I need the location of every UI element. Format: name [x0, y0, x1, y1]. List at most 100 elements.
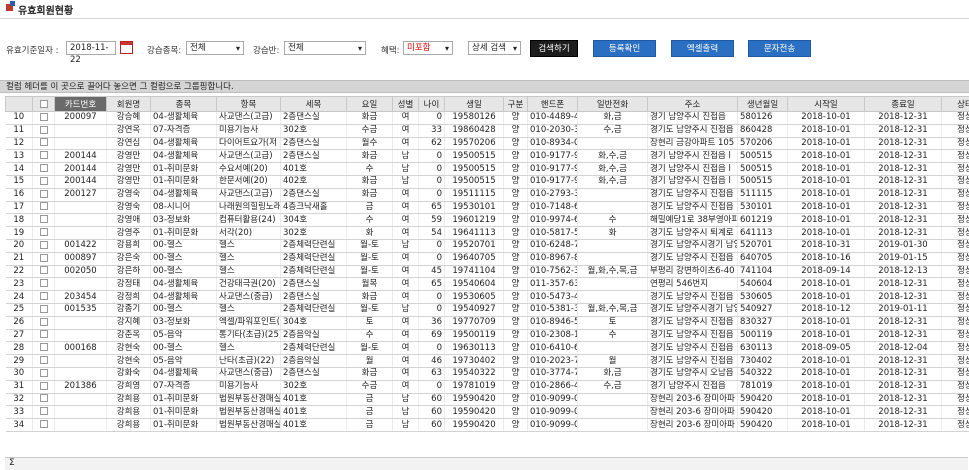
- table-row[interactable]: 27 강춘옥 05-음악 통기타(초급)(25) 2층음악실 수 여 69 19500119 양 0…: [5, 329, 969, 343]
- row-checkbox[interactable]: [39, 292, 48, 301]
- select-all-checkbox[interactable]: [39, 99, 48, 108]
- row-checkbox[interactable]: [39, 164, 48, 173]
- table-row[interactable]: 15 200144 강영만 01-취미문화 한문서예(20) 402호 화금 남 0 195005…: [5, 175, 969, 189]
- cell-row-checkbox[interactable]: [32, 252, 55, 266]
- col-header-type[interactable]: 구분: [503, 96, 528, 112]
- cell-row-checkbox[interactable]: [32, 111, 55, 125]
- table-row[interactable]: 19 강영주 01-취미문화 서각(20) 302호 화 여 54 19641113 양 010-5…: [5, 226, 969, 240]
- row-checkbox[interactable]: [39, 189, 48, 198]
- col-header-card-number[interactable]: 카드번호: [54, 96, 107, 112]
- discount-select[interactable]: 미포함 ▾: [403, 41, 453, 55]
- col-header-birthdate[interactable]: 생년월일: [737, 96, 788, 112]
- row-checkbox[interactable]: [39, 202, 48, 211]
- table-row[interactable]: 17 강영숙 08-시니어 나래원의힐링노래 4층크낙새홀 금 여 65 19530101 양 01…: [5, 201, 969, 215]
- table-row[interactable]: 28 000168 강현숙 00-헬스 헬스 2층체력단련실 월-토 여 0 19630113 양 0…: [5, 341, 969, 356]
- table-row[interactable]: 13 200144 강영만 04-생활체육 사교댄스(고급) 2층댄스실 화금 남 0 19500…: [5, 149, 969, 164]
- table-row[interactable]: 21 000897 강은숙 00-헬스 헬스 2층체력단련실 월-토 여 0 19640705 양 0…: [5, 252, 969, 266]
- col-header-address[interactable]: 주소: [647, 96, 738, 112]
- cell-row-checkbox[interactable]: [32, 380, 55, 394]
- row-checkbox[interactable]: [39, 266, 48, 275]
- col-header-item[interactable]: 항목: [216, 96, 281, 112]
- cell-row-checkbox[interactable]: [32, 405, 55, 420]
- col-header-category[interactable]: 종목: [150, 96, 217, 112]
- calendar-icon[interactable]: [120, 41, 133, 54]
- table-row[interactable]: 16 200127 강영숙 04-생활체육 사교댄스(고급) 2층댄스실 화금 여 0 19511…: [5, 188, 969, 202]
- col-header-days[interactable]: 요일: [346, 96, 393, 112]
- table-row[interactable]: 30 강화숙 04-생활체육 사교댄스(중급) 2층댄스실 화금 여 63 19540322 양 0…: [5, 367, 969, 381]
- cell-row-checkbox[interactable]: [32, 201, 55, 215]
- category-select[interactable]: 전체 ▾: [186, 41, 244, 55]
- cell-row-checkbox[interactable]: [32, 162, 55, 176]
- col-header-gender[interactable]: 성별: [392, 96, 419, 112]
- row-checkbox[interactable]: [39, 125, 48, 134]
- table-row[interactable]: 12 강연심 04-생활체육 다이어트요가(저 2층댄스실 월수 여 62 19570206 양 0…: [5, 137, 969, 151]
- row-checkbox[interactable]: [39, 151, 48, 160]
- row-checkbox[interactable]: [39, 138, 48, 147]
- col-header-start-date[interactable]: 시작일: [787, 96, 865, 112]
- row-checkbox[interactable]: [39, 368, 48, 377]
- row-checkbox[interactable]: [39, 343, 48, 352]
- cell-row-checkbox[interactable]: [32, 149, 55, 164]
- row-checkbox[interactable]: [39, 253, 48, 262]
- date-input[interactable]: 2018-11-22: [66, 41, 116, 65]
- cell-row-checkbox[interactable]: [32, 226, 55, 240]
- search-button[interactable]: 검색하기: [530, 40, 578, 57]
- row-checkbox[interactable]: [39, 420, 48, 429]
- table-row[interactable]: 23 강정태 04-생활체육 건강태극권(20) 2층댄스실 월목 여 65 19540604 양…: [5, 277, 969, 292]
- table-row[interactable]: 32 강희용 01-취미문화 법원부동산경매실 401호 금 남 60 19590420 양 010…: [5, 393, 969, 407]
- table-row[interactable]: 20 001422 강용희 00-헬스 헬스 2층체력단련실 월-토 남 0 19520701 양 0…: [5, 239, 969, 253]
- col-header-member-name[interactable]: 회원명: [106, 96, 151, 112]
- row-checkbox[interactable]: [39, 394, 48, 403]
- col-header-subitem[interactable]: 세목: [280, 96, 347, 112]
- col-header-age[interactable]: 나이: [418, 96, 445, 112]
- cell-row-checkbox[interactable]: [32, 137, 55, 151]
- group-drop-area[interactable]: 컬럼 헤더를 이 곳으로 끌어다 놓으면 그 컬럼으로 그룹핑합니다.: [0, 80, 969, 93]
- row-checkbox[interactable]: [39, 317, 48, 326]
- cell-row-checkbox[interactable]: [32, 213, 55, 228]
- col-header-checkbox[interactable]: [32, 96, 55, 112]
- table-row[interactable]: 25 001535 강종기 00-헬스 헬스 2층체력단련실 월-토 남 0 19540927 양 0…: [5, 303, 969, 317]
- table-row[interactable]: 26 강지혜 03-정보화 엑셀/파워포인트(304호 토 여 36 19770709 양 010…: [5, 316, 969, 330]
- cell-row-checkbox[interactable]: [32, 329, 55, 343]
- row-checkbox[interactable]: [39, 240, 48, 249]
- cell-row-checkbox[interactable]: [32, 124, 55, 138]
- row-checkbox[interactable]: [39, 407, 48, 416]
- cell-row-checkbox[interactable]: [32, 277, 55, 292]
- register-check-button[interactable]: 등록확인: [593, 40, 656, 57]
- table-row[interactable]: 18 강영애 03-정보화 컴퓨터활용(24) 304호 수 여 59 19601219 양 010…: [5, 213, 969, 228]
- cell-row-checkbox[interactable]: [32, 367, 55, 381]
- cell-row-checkbox[interactable]: [32, 188, 55, 202]
- table-row[interactable]: 10 200097 강승혜 04-생활체육 사교댄스(고급) 2층댄스실 화금 여 0 19580…: [5, 111, 969, 125]
- table-row[interactable]: 24 203454 강정희 04-생활체육 사교댄스(중급) 2층댄스실 화금 여 0 19530…: [5, 290, 969, 304]
- col-header-mobile[interactable]: 핸드폰: [527, 96, 578, 112]
- cell-row-checkbox[interactable]: [32, 290, 55, 304]
- row-checkbox[interactable]: [39, 215, 48, 224]
- row-checkbox[interactable]: [39, 304, 48, 313]
- col-header-phone[interactable]: 일반전화: [577, 96, 648, 112]
- table-row[interactable]: 22 002050 강은하 00-헬스 헬스 2층체력단련실 월-토 여 45 19741104 양…: [5, 265, 969, 279]
- table-row[interactable]: 31 201386 강희영 07-자격증 미용기능사 302호 수금 여 0 19781019 양 0…: [5, 380, 969, 394]
- col-header-status[interactable]: 상태: [941, 96, 969, 112]
- excel-export-button[interactable]: 엑셀출력: [671, 40, 734, 57]
- row-checkbox[interactable]: [39, 228, 48, 237]
- cell-row-checkbox[interactable]: [32, 175, 55, 189]
- table-row[interactable]: 33 강희용 01-취미문화 법원부동산경매실 401호 금 남 60 19590420 양 010…: [5, 405, 969, 420]
- class-select[interactable]: 전체 ▾: [284, 41, 366, 55]
- cell-row-checkbox[interactable]: [32, 341, 55, 356]
- col-header-birthday[interactable]: 생일: [444, 96, 504, 112]
- sms-send-button[interactable]: 문자전송: [748, 40, 811, 57]
- row-checkbox[interactable]: [39, 176, 48, 185]
- cell-row-checkbox[interactable]: [32, 303, 55, 317]
- table-row[interactable]: 29 강현숙 05-음악 난타(초급)(22) 2층음악실 월 여 46 19730402 양 01…: [5, 354, 969, 368]
- cell-row-checkbox[interactable]: [32, 354, 55, 368]
- cell-row-checkbox[interactable]: [32, 316, 55, 330]
- detail-search-select[interactable]: 상세 검색 ▾: [468, 41, 521, 55]
- row-checkbox[interactable]: [39, 356, 48, 365]
- col-header-end-date[interactable]: 종료일: [864, 96, 942, 112]
- cell-row-checkbox[interactable]: [32, 239, 55, 253]
- cell-row-checkbox[interactable]: [32, 418, 55, 432]
- table-row[interactable]: 11 강연옥 07-자격증 미용기능사 302호 수금 여 33 19860428 양 010-20…: [5, 124, 969, 138]
- table-row[interactable]: 14 200144 강영만 01-취미문화 수요서예(20) 401호 수 남 0 1950051…: [5, 162, 969, 176]
- row-checkbox[interactable]: [39, 330, 48, 339]
- row-checkbox[interactable]: [39, 381, 48, 390]
